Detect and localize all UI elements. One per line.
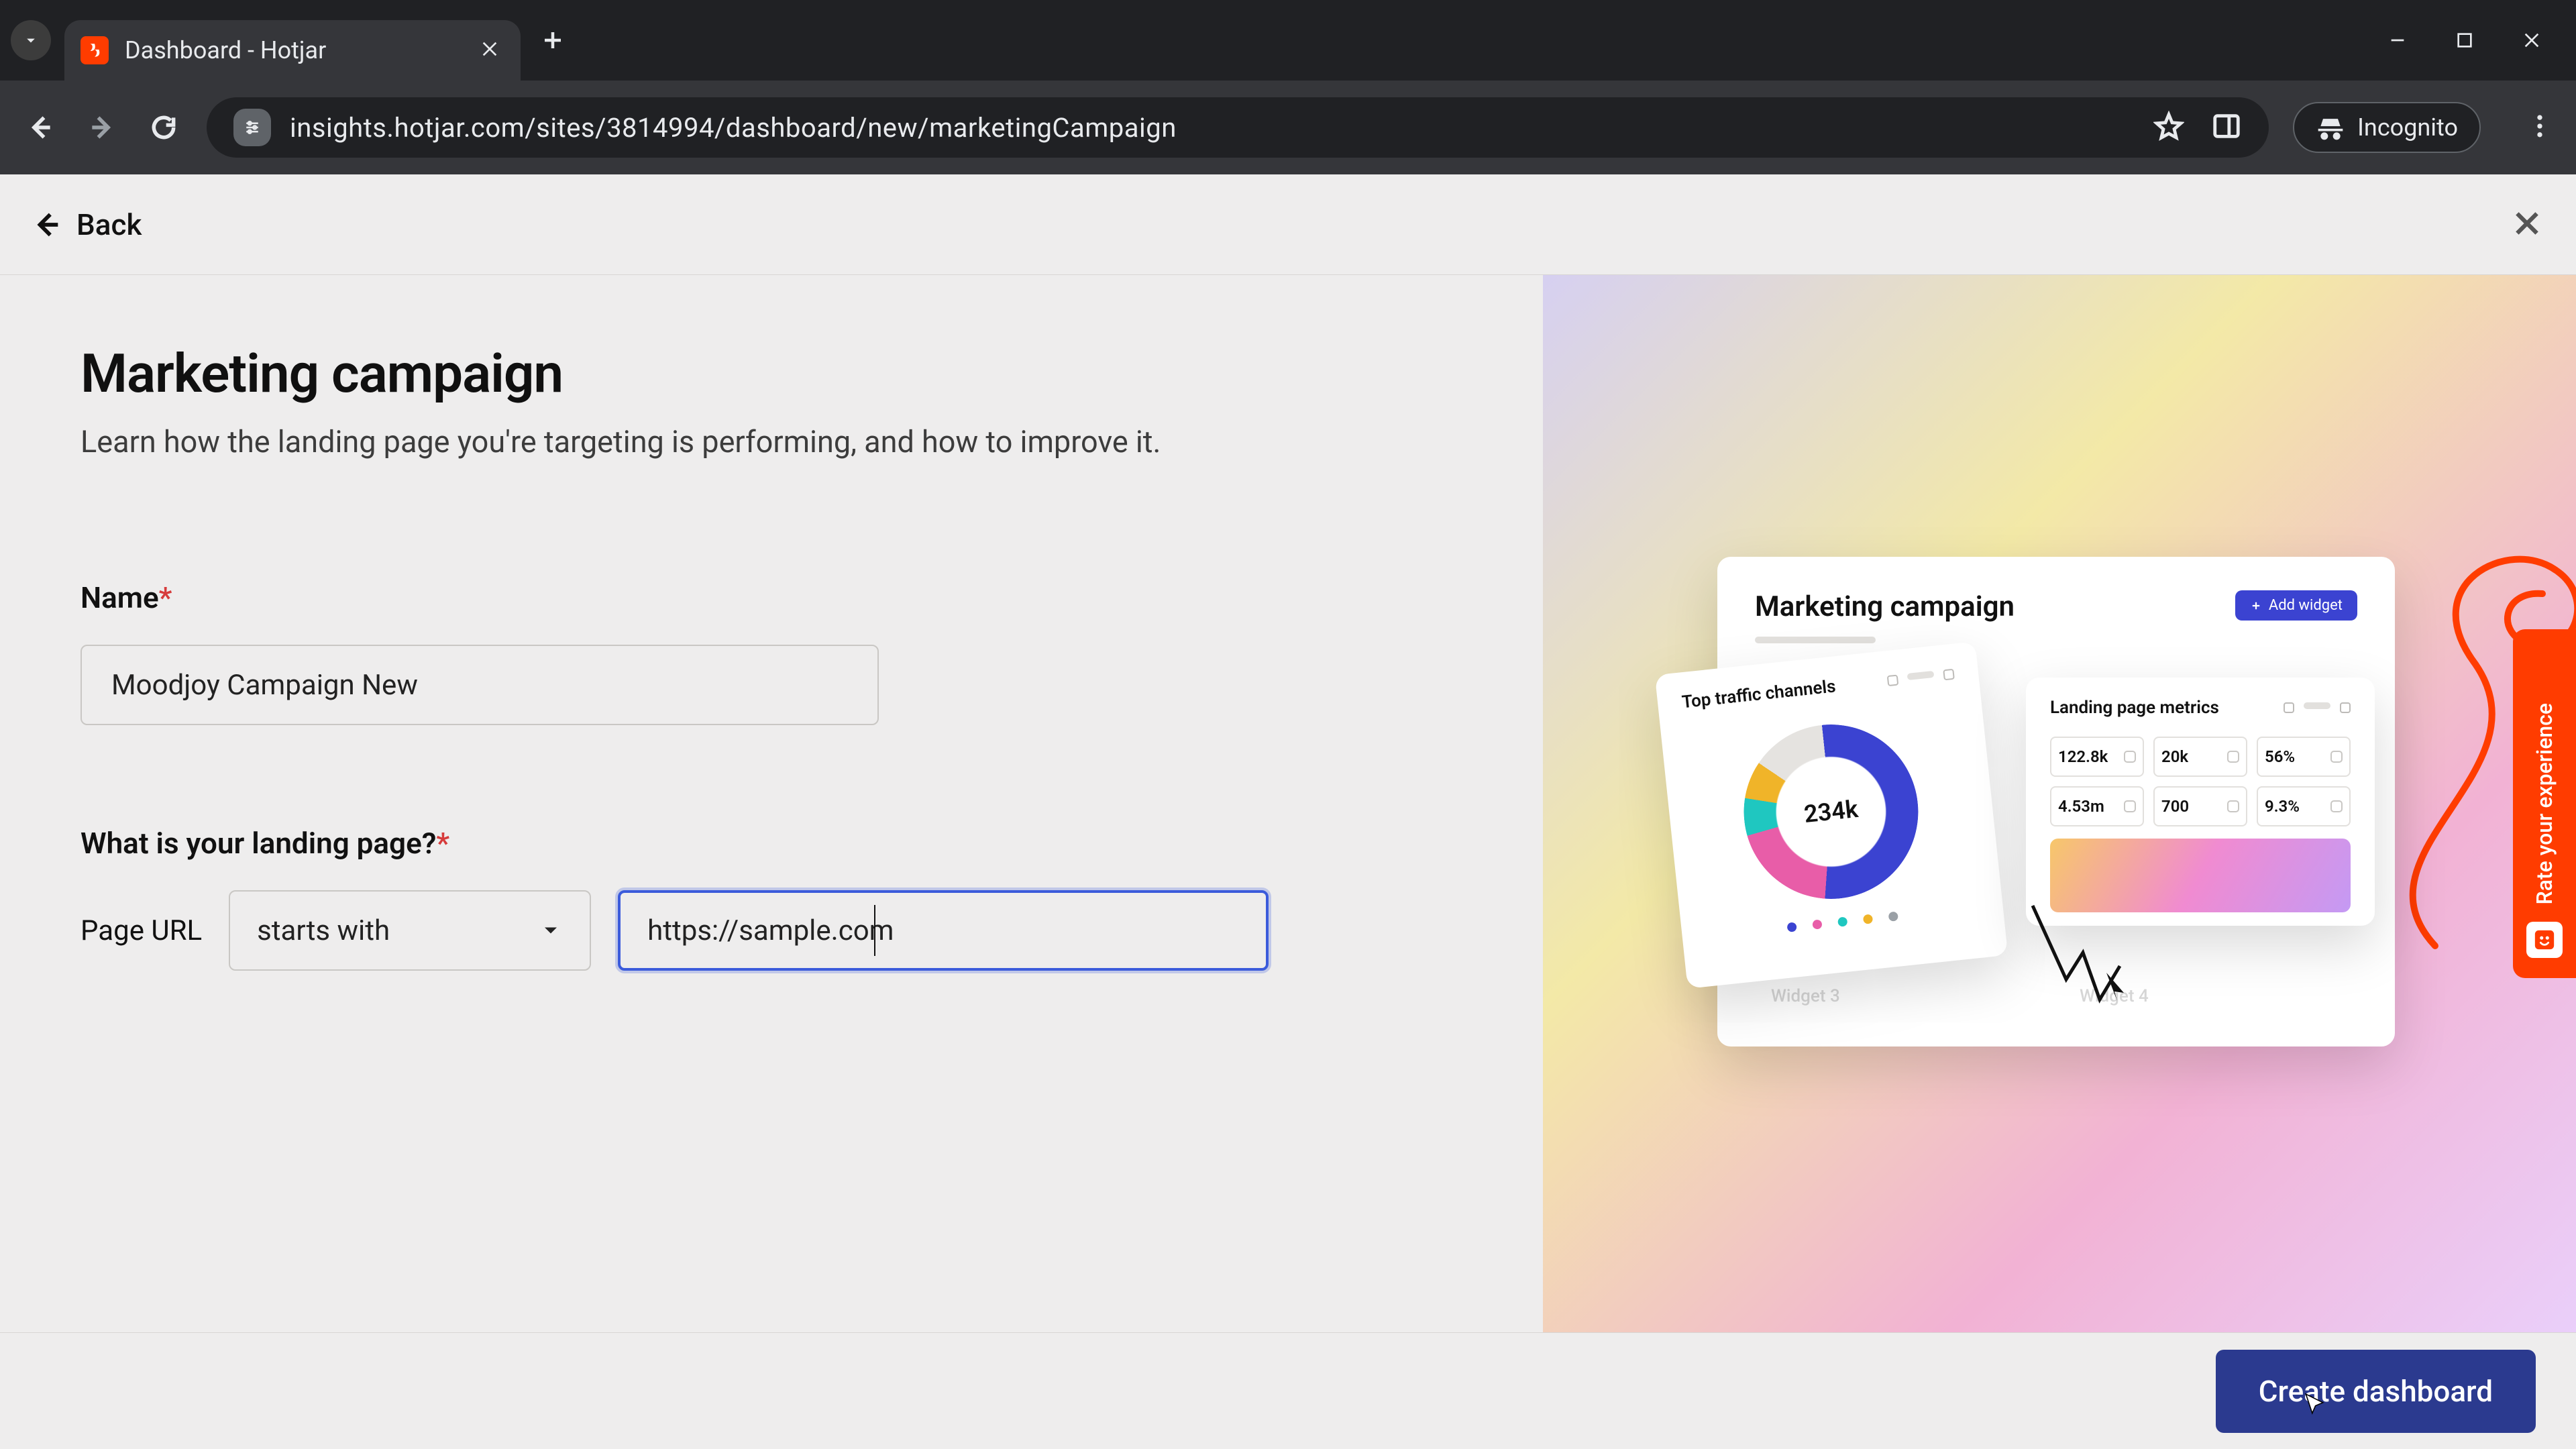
incognito-label: Incognito — [2357, 113, 2458, 142]
url-text: insights.hotjar.com/sites/3814994/dashbo… — [290, 112, 1177, 144]
feedback-tab[interactable]: Rate your experience — [2513, 629, 2576, 978]
metric-cell: 700 — [2153, 786, 2247, 826]
metric-cell: 4.53m — [2050, 786, 2144, 826]
name-label: Name* — [80, 580, 1462, 615]
nav-back-icon[interactable] — [21, 109, 59, 146]
metric-cell: 20k — [2153, 737, 2247, 777]
metric-cell: 56% — [2257, 737, 2351, 777]
metrics-card-title: Landing page metrics — [2050, 698, 2219, 718]
add-widget-button[interactable]: Add widget — [2235, 590, 2357, 621]
traffic-card-title: Top traffic channels — [1681, 676, 1837, 712]
page-subtitle: Learn how the landing page you're target… — [80, 424, 1462, 460]
preview-panel: Marketing campaign Add widget Widget 3 W… — [1543, 275, 2576, 1332]
window-maximize-icon[interactable] — [2431, 7, 2498, 74]
create-dashboard-button[interactable]: Create dashboard — [2216, 1350, 2536, 1433]
close-button[interactable] — [2510, 207, 2544, 243]
preview-metrics-card: Landing page metrics 122.8k 20k 56% 4.53… — [2026, 678, 2375, 926]
browser-tab[interactable]: Dashboard - Hotjar — [64, 20, 521, 80]
site-settings-icon[interactable] — [233, 109, 271, 146]
mouse-cursor-icon — [2302, 1390, 2327, 1415]
browser-toolbar: insights.hotjar.com/sites/3814994/dashbo… — [0, 80, 2576, 174]
preview-traffic-card: Top traffic channels 234k — [1655, 641, 2008, 989]
browser-menu-icon[interactable] — [2525, 111, 2555, 144]
landing-page-label: What is your landing page?* — [80, 826, 1462, 861]
form-column: Marketing campaign Learn how the landing… — [0, 275, 1543, 1332]
landing-url-input[interactable] — [618, 890, 1269, 971]
metric-cell: 122.8k — [2050, 737, 2144, 777]
search-tabs-button[interactable] — [11, 20, 51, 60]
name-input[interactable] — [80, 645, 879, 725]
tab-title: Dashboard - Hotjar — [125, 36, 326, 64]
page-title: Marketing campaign — [80, 342, 1462, 405]
smiley-icon — [2526, 922, 2563, 958]
widget-placeholder: Widget 3 — [1771, 986, 1840, 1006]
hotjar-favicon — [80, 36, 109, 64]
incognito-indicator[interactable]: Incognito — [2293, 102, 2481, 153]
window-minimize-icon[interactable] — [2364, 7, 2431, 74]
preview-cursor-scribble — [2026, 899, 2133, 1006]
match-type-select[interactable]: starts with — [229, 890, 591, 971]
donut-center-value: 234k — [1735, 716, 1927, 908]
match-type-value: starts with — [257, 914, 390, 947]
back-label: Back — [76, 207, 142, 242]
browser-tabstrip: Dashboard - Hotjar — [0, 0, 2576, 80]
footer: Create dashboard — [0, 1332, 2576, 1449]
bookmark-star-icon[interactable] — [2153, 111, 2184, 144]
omnibox[interactable]: insights.hotjar.com/sites/3814994/dashbo… — [207, 97, 2269, 158]
page-url-label: Page URL — [80, 914, 202, 947]
app-page: Back Marketing campaign Learn how the la… — [0, 174, 2576, 1449]
page-header: Back — [0, 174, 2576, 275]
nav-forward-icon — [83, 109, 121, 146]
chevron-down-icon — [539, 918, 563, 943]
tab-close-icon[interactable] — [479, 38, 500, 62]
add-widget-label: Add widget — [2269, 597, 2343, 614]
donut-legend — [1706, 903, 1979, 941]
nav-reload-icon[interactable] — [145, 109, 182, 146]
metric-cell: 9.3% — [2257, 786, 2351, 826]
create-dashboard-label: Create dashboard — [2259, 1374, 2493, 1409]
new-tab-button[interactable] — [529, 16, 577, 64]
side-panel-icon[interactable] — [2211, 111, 2242, 144]
back-button[interactable]: Back — [32, 207, 142, 242]
feedback-label: Rate your experience — [2532, 703, 2557, 904]
text-caret — [874, 905, 875, 956]
window-close-icon[interactable] — [2498, 7, 2565, 74]
